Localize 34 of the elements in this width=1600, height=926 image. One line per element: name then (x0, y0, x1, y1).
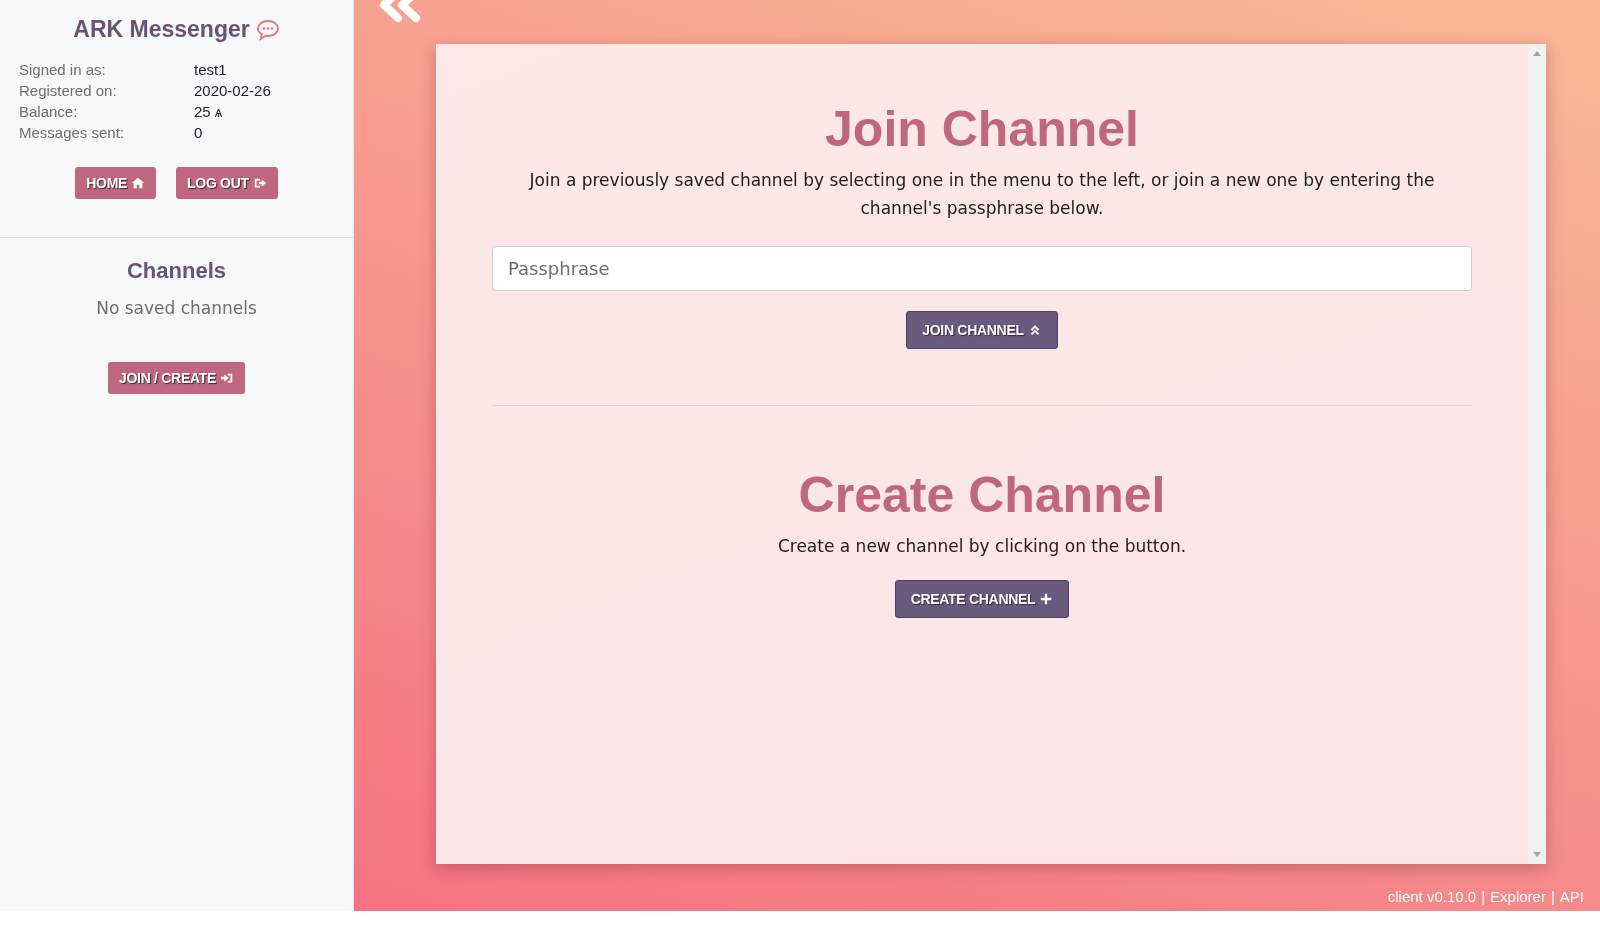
info-value: 0 (194, 124, 204, 141)
plus-icon (1039, 592, 1054, 606)
info-value: 25 ѧ (194, 103, 224, 120)
passphrase-field[interactable]: Passphrase (492, 246, 1472, 291)
app-title: ARK Messenger (73, 16, 250, 43)
join-create-button[interactable]: JOIN / CREATE (108, 362, 245, 394)
home-icon (131, 176, 146, 190)
login-icon (220, 371, 234, 385)
info-value: 2020-02-26 (194, 82, 272, 99)
info-label: Registered on: (19, 82, 118, 99)
chat-bubble-icon (255, 18, 280, 41)
join-channel-button[interactable]: JOIN CHANNEL (906, 311, 1058, 349)
separator: | (1550, 888, 1555, 905)
version-text: client v0.10.0 (1387, 888, 1477, 905)
create-description: Create a new channel by clicking on the button. (777, 535, 1187, 558)
footer-link[interactable]: API (1559, 888, 1584, 905)
footer-link[interactable]: Explorer (1490, 888, 1546, 905)
scroll-down-arrow-icon[interactable] (1533, 852, 1541, 858)
create-channel-button[interactable]: CREATE CHANNEL (894, 580, 1070, 618)
info-value: test1 (194, 61, 228, 78)
channels-heading: Channels (127, 258, 226, 284)
info-label: Messages sent: (19, 124, 126, 141)
scrollbar[interactable] (1528, 44, 1546, 864)
info-label: Signed in as: (19, 61, 107, 78)
info-label: Balance: (19, 103, 79, 120)
join-heading: Join Channel (825, 100, 1139, 158)
scroll-up-arrow-icon[interactable] (1533, 50, 1541, 56)
home-button[interactable]: HOME (75, 167, 157, 199)
create-heading: Create Channel (798, 466, 1166, 524)
separator: | (1481, 888, 1486, 905)
join-description: Join a previously saved channel by selecting one in the menu to the left, or join a new one by entering the channel's passphrase below. (527, 169, 1436, 220)
empty-message: No saved channels (96, 298, 257, 318)
logout-button[interactable]: LOG OUT (176, 167, 278, 199)
logout-icon (252, 176, 267, 190)
